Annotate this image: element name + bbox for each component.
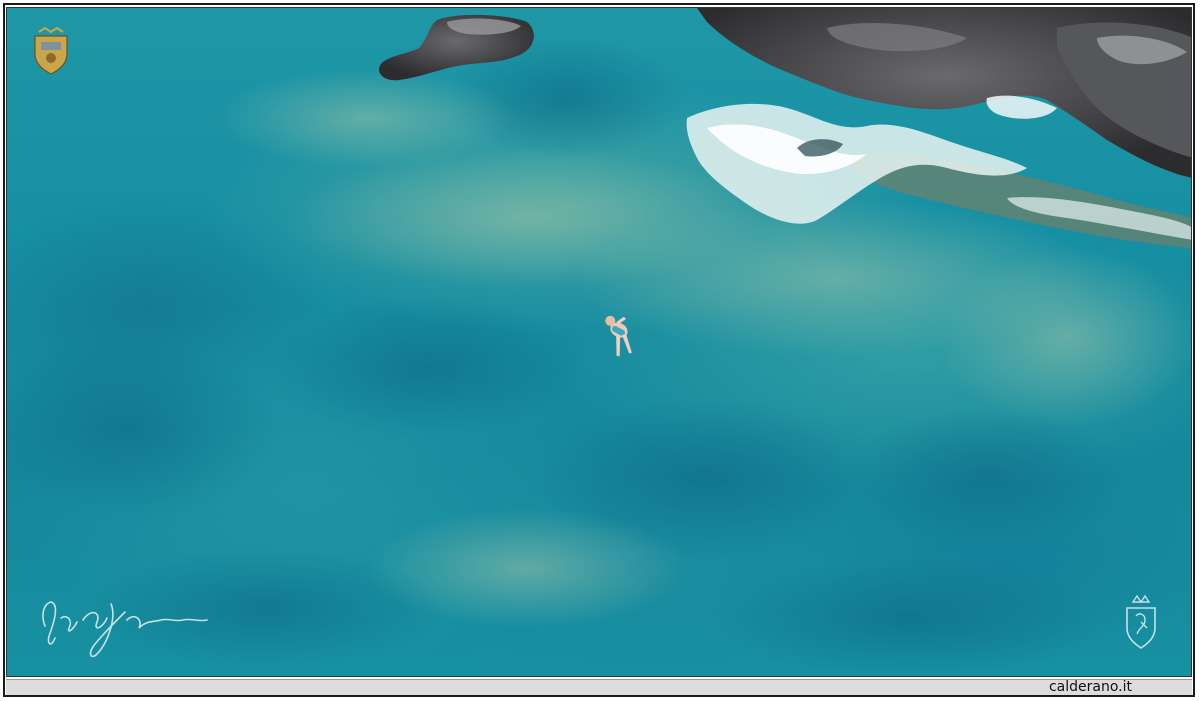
crest-icon [34, 26, 68, 75]
site-label: calderano.it [1048, 679, 1132, 695]
aerial-sea-photo [6, 7, 1192, 677]
caption-bar: calderano.it [6, 679, 1192, 695]
crest-icon [1126, 594, 1156, 649]
photo-artwork [7, 8, 1191, 676]
